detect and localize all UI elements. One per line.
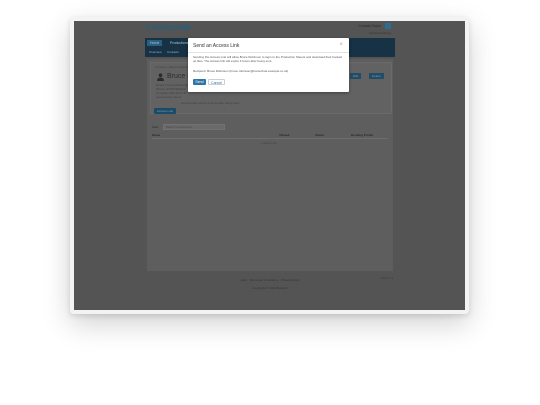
modal-divider xyxy=(188,52,349,53)
device-frame: bontech uk Cordula Taylor Account setting… xyxy=(70,17,469,314)
footer-links[interactable]: Help · Terms and Conditions · Privacy Po… xyxy=(145,278,395,282)
screen: bontech uk Cordula Taylor Account setting… xyxy=(74,21,465,310)
person-icon xyxy=(157,73,164,81)
column-header-booking-profile[interactable]: Booking Profile xyxy=(351,133,373,137)
logo-text: bontech xyxy=(146,22,183,32)
column-header-name[interactable]: Name xyxy=(152,133,160,137)
logo-suffix: uk xyxy=(183,25,191,31)
filter-input[interactable]: Search productions... xyxy=(163,124,225,130)
close-icon[interactable]: × xyxy=(339,42,343,48)
nav-tab-home[interactable]: Home xyxy=(147,40,163,46)
footer-copyright: Copyright © 2016 Bontech xyxy=(252,286,288,290)
logo[interactable]: bontech uk xyxy=(146,22,191,32)
access-link-button[interactable]: Access Link xyxy=(154,108,177,114)
account-settings-link[interactable]: Account settings xyxy=(369,31,391,35)
subnav-contacts[interactable]: Contacts xyxy=(167,50,179,55)
user-avatar-icon[interactable] xyxy=(385,23,391,29)
subnav-overview[interactable]: Overview xyxy=(149,50,162,55)
column-header-viewed[interactable]: Viewed xyxy=(279,133,289,137)
expiry-note: Access links expire 3 hours after being … xyxy=(181,101,240,105)
edit-button[interactable]: Edit xyxy=(350,73,362,79)
modal-title: Send an Access Link xyxy=(193,43,240,49)
send-button[interactable]: Send xyxy=(193,79,206,85)
delete-button[interactable]: Delete xyxy=(369,73,384,79)
modal-recipient: Recipient: Bruce Robinson (bruce.robinso… xyxy=(193,69,289,73)
filter-label: Filter xyxy=(152,125,159,129)
footer-version: Version 2.4 xyxy=(380,277,393,280)
column-header-status[interactable]: Status xyxy=(315,133,324,137)
user-name[interactable]: Cordula Taylor xyxy=(358,24,381,28)
top-bar: bontech uk Cordula Taylor Account setting… xyxy=(145,21,395,38)
modal-body-text: Sending this Access Link will allow Bruc… xyxy=(193,55,343,63)
loading-text: Loading list... xyxy=(261,141,279,145)
access-link-modal: Send an Access Link × Sending this Acces… xyxy=(188,38,349,92)
cancel-button[interactable]: Cancel xyxy=(208,79,225,85)
table-divider xyxy=(152,138,388,139)
contact-last-access: Last access: Never xyxy=(156,95,182,99)
breadcrumb[interactable]: Contacts › Bruce Robinson xyxy=(155,65,191,69)
